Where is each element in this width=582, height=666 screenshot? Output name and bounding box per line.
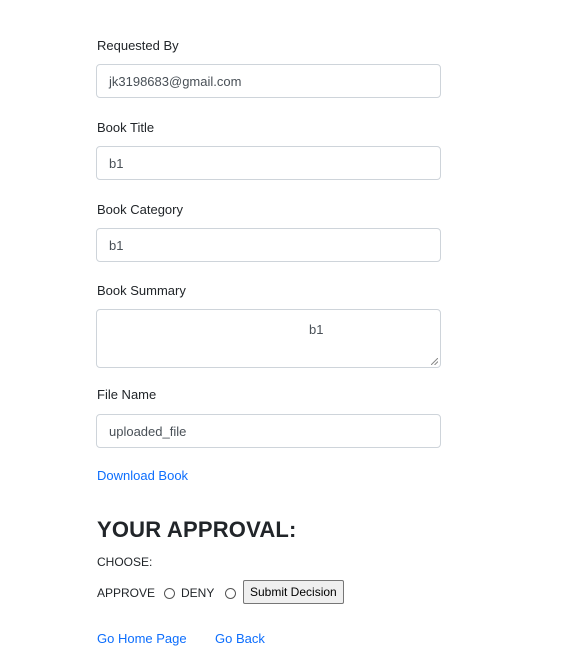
- go-back-link[interactable]: Go Back: [215, 631, 265, 646]
- requested-by-field[interactable]: jk3198683@gmail.com: [96, 64, 441, 98]
- deny-label: DENY: [181, 586, 215, 600]
- file-name-field[interactable]: uploaded_file: [96, 414, 441, 448]
- requested-by-label: Requested By: [97, 38, 179, 53]
- book-category-field[interactable]: b1: [96, 228, 441, 262]
- book-summary-textarea[interactable]: b1: [96, 309, 441, 368]
- approval-heading: YOUR APPROVAL:: [97, 517, 297, 542]
- book-title-field[interactable]: b1: [96, 146, 441, 180]
- submit-decision-button[interactable]: Submit Decision: [243, 580, 344, 604]
- approve-label: APPROVE: [97, 586, 156, 600]
- book-summary-text: b1: [309, 322, 324, 337]
- download-book-link[interactable]: Download Book: [97, 468, 188, 483]
- choose-label: CHOOSE:: [97, 555, 153, 569]
- go-home-page-link[interactable]: Go Home Page: [97, 631, 187, 646]
- approve-radio[interactable]: [164, 588, 175, 599]
- deny-radio[interactable]: [225, 588, 236, 599]
- book-title-label: Book Title: [97, 120, 155, 135]
- book-category-label: Book Category: [97, 202, 183, 217]
- file-name-label: File Name: [97, 387, 157, 402]
- resize-grip-icon[interactable]: [431, 358, 438, 365]
- book-summary-label: Book Summary: [97, 283, 186, 298]
